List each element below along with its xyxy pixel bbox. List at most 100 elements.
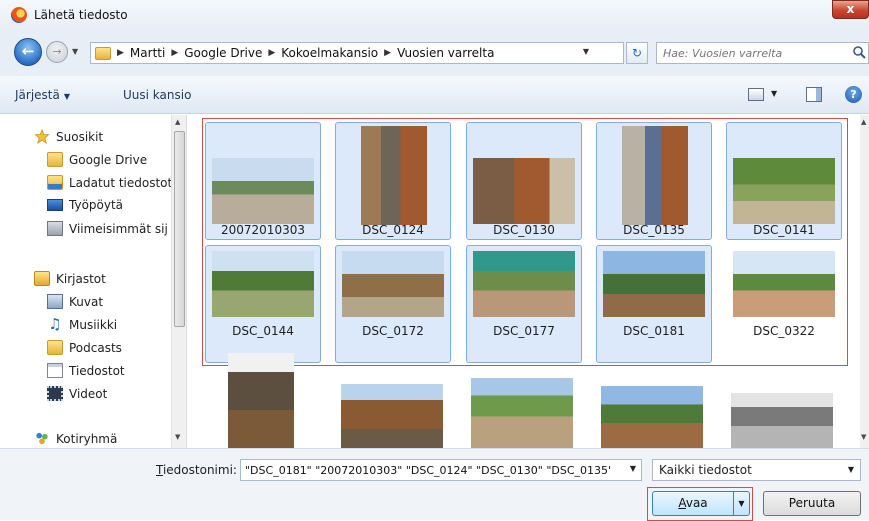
- scroll-up-icon[interactable]: ▲: [175, 118, 180, 126]
- close-button[interactable]: x: [832, 0, 869, 19]
- refresh-button[interactable]: ↻: [626, 42, 648, 64]
- file-type-value: Kaikki tiedostot: [659, 463, 752, 477]
- scroll-down-icon[interactable]: ▼: [861, 433, 866, 441]
- photo-thumbnail: [212, 158, 314, 224]
- file-tile[interactable]: DSC_0141: [726, 122, 842, 240]
- file-name: DSC_0141: [753, 223, 815, 237]
- file-tile[interactable]: DSC_0124: [335, 122, 451, 240]
- file-tile[interactable]: DSC_0172: [335, 245, 451, 363]
- photo-thumbnail: [473, 158, 575, 224]
- open-accelerator: A: [678, 496, 686, 510]
- folder-icon: [47, 152, 63, 167]
- breadcrumb[interactable]: ▶ Martti ▶ Google Drive ▶ Kokoelmakansio…: [90, 42, 624, 64]
- file-type-select[interactable]: Kaikki tiedostot ▼: [652, 459, 861, 481]
- breadcrumb-kokoelmakansio[interactable]: Kokoelmakansio: [281, 46, 378, 60]
- preview-pane-icon[interactable]: [806, 87, 822, 102]
- open-button[interactable]: Avaa ▼: [652, 491, 750, 516]
- nav-favorites[interactable]: Suosikit: [34, 129, 103, 144]
- file-name: DSC_0322: [753, 324, 815, 338]
- photo-thumbnail[interactable]: [341, 384, 443, 448]
- nav-homegroup[interactable]: Kotiryhmä: [34, 431, 117, 446]
- nav-libraries[interactable]: Kirjastot: [34, 271, 106, 286]
- photo-thumbnail: [603, 251, 705, 317]
- nav-item-label: Työpöytä: [69, 198, 124, 212]
- pictures-icon: [47, 294, 63, 309]
- open-button-label[interactable]: Avaa: [653, 492, 733, 515]
- search-icon[interactable]: [852, 45, 866, 59]
- filename-label-accelerator: T: [156, 463, 163, 477]
- filename-combobox[interactable]: ▼: [240, 459, 642, 481]
- scroll-down-icon[interactable]: ▼: [175, 433, 180, 441]
- chevron-right-icon[interactable]: ▶: [171, 48, 178, 58]
- chevron-right-icon[interactable]: ▶: [384, 48, 391, 58]
- filename-label: Tiedostonimi:: [156, 463, 237, 477]
- file-tile[interactable]: DSC_0144: [205, 245, 321, 363]
- recent-pages-dropdown[interactable]: ▼: [72, 47, 82, 57]
- window-title: Lähetä tiedosto: [34, 8, 128, 22]
- nav-item-videos[interactable]: Videot: [47, 386, 107, 401]
- chevron-down-icon[interactable]: ▼: [630, 464, 636, 473]
- organize-button[interactable]: Järjestä ▼: [15, 88, 70, 102]
- breadcrumb-martti[interactable]: Martti: [130, 46, 165, 60]
- cancel-button[interactable]: Peruuta: [763, 491, 861, 516]
- chevron-down-icon[interactable]: ▼: [848, 464, 854, 476]
- address-dropdown-icon[interactable]: ▼: [583, 47, 589, 56]
- downloads-folder-icon: [47, 175, 63, 190]
- view-options-dropdown-icon[interactable]: ▼: [771, 89, 777, 98]
- open-options-dropdown-icon[interactable]: ▼: [733, 492, 749, 515]
- nav-favorites-label: Suosikit: [56, 129, 104, 144]
- nav-item-documents[interactable]: Tiedostot: [47, 363, 125, 378]
- photo-thumbnail: [342, 251, 444, 317]
- file-name: DSC_0135: [623, 223, 685, 237]
- photo-thumbnail[interactable]: [228, 353, 294, 448]
- nav-item-desktop[interactable]: Työpöytä: [47, 198, 123, 212]
- address-row: ← → ▼ ▶ Martti ▶ Google Drive ▶ Kokoelma…: [0, 30, 869, 76]
- back-button[interactable]: ←: [14, 38, 42, 66]
- photo-thumbnail: [473, 251, 575, 317]
- breadcrumb-vuosien-varrelta[interactable]: Vuosien varrelta: [397, 46, 494, 60]
- file-tile[interactable]: DSC_0322: [726, 245, 842, 363]
- photo-thumbnail[interactable]: [601, 386, 703, 448]
- scrollbar-thumb[interactable]: [174, 131, 185, 327]
- file-tile[interactable]: DSC_0177: [466, 245, 582, 363]
- filename-input[interactable]: [241, 460, 611, 480]
- file-name: 20072010303: [221, 223, 305, 237]
- file-list[interactable]: 20072010303 DSC_0124 DSC_0130 DSC_0135 D…: [190, 115, 860, 448]
- file-tile[interactable]: DSC_0135: [596, 122, 712, 240]
- recent-places-icon: [47, 221, 63, 236]
- nav-scrollbar[interactable]: ▲ ▼: [171, 115, 186, 448]
- nav-item-label: Kuvat: [69, 294, 104, 309]
- photo-thumbnail[interactable]: [471, 378, 573, 448]
- chevron-right-icon[interactable]: ▶: [268, 48, 275, 58]
- search-input[interactable]: [657, 43, 837, 63]
- title-bar: Lähetä tiedosto x: [0, 0, 869, 30]
- new-folder-button[interactable]: Uusi kansio: [123, 88, 191, 102]
- forward-button[interactable]: →: [46, 41, 68, 63]
- nav-item-recent-places[interactable]: Viimeisimmät sij: [47, 221, 168, 236]
- file-tile[interactable]: DSC_0130: [466, 122, 582, 240]
- nav-item-label: Ladatut tiedostot: [69, 175, 173, 190]
- breadcrumb-google-drive[interactable]: Google Drive: [184, 46, 262, 60]
- nav-item-google-drive[interactable]: Google Drive: [47, 152, 147, 167]
- file-tile[interactable]: DSC_0181: [596, 245, 712, 363]
- videos-icon: [47, 386, 63, 401]
- photo-thumbnail[interactable]: [731, 393, 833, 448]
- nav-item-downloads[interactable]: Ladatut tiedostot: [47, 175, 172, 190]
- scroll-up-icon[interactable]: ▲: [861, 118, 866, 126]
- file-name: DSC_0124: [362, 223, 424, 237]
- chevron-right-icon[interactable]: ▶: [117, 48, 124, 58]
- search-box[interactable]: [656, 42, 869, 64]
- nav-item-podcasts[interactable]: Podcasts: [47, 340, 122, 355]
- nav-item-label: Musiikki: [69, 317, 118, 332]
- view-options-icon[interactable]: [748, 88, 764, 101]
- organize-label: Järjestä: [15, 88, 60, 102]
- nav-item-pictures[interactable]: Kuvat: [47, 294, 103, 309]
- file-dialog-footer: Tiedostonimi: ▼ Kaikki tiedostot ▼ Avaa …: [0, 448, 869, 521]
- help-icon[interactable]: ?: [845, 86, 862, 103]
- file-tile[interactable]: 20072010303: [205, 122, 321, 240]
- content-scrollbar[interactable]: ▲ ▼: [860, 115, 869, 448]
- star-icon: [34, 129, 50, 144]
- file-name: DSC_0172: [362, 324, 424, 338]
- nav-homegroup-label: Kotiryhmä: [56, 431, 118, 446]
- nav-item-music[interactable]: ♫ Musiikki: [47, 317, 117, 332]
